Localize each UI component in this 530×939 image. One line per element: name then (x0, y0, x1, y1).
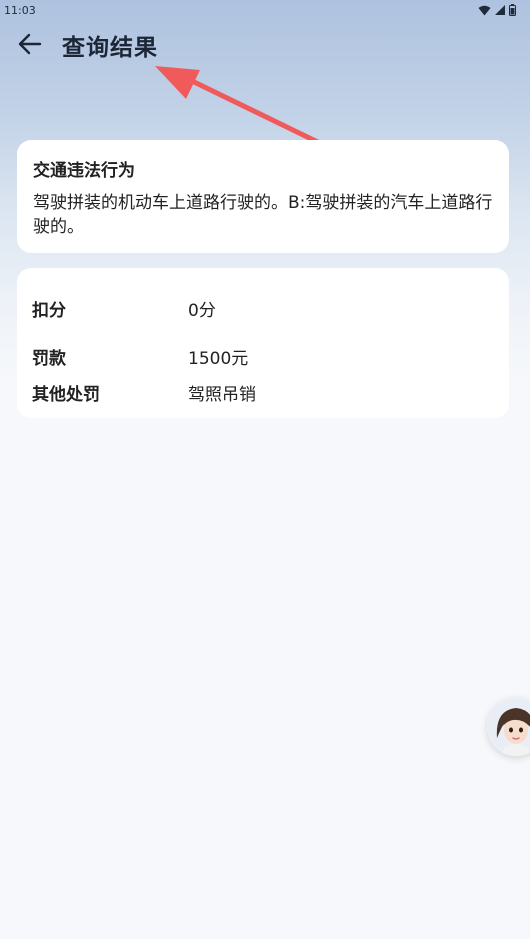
other-penalty-label: 其他处罚 (32, 385, 100, 405)
penalty-row-other: 其他处罚 驾照吊销 (32, 380, 492, 406)
page-title: 查询结果 (62, 35, 158, 61)
battery-icon (509, 4, 516, 16)
signal-icon (495, 5, 505, 15)
status-icons (478, 4, 516, 16)
fine-value: 1500元 (188, 349, 249, 369)
violation-card: 交通违法行为 驾驶拼装的机动车上道路行驶的。B:驾驶拼装的汽车上道路行驶的。 (17, 140, 509, 253)
points-value: 0分 (188, 301, 216, 321)
status-bar: 11:03 (0, 0, 530, 22)
penalty-row-points: 扣分 0分 (32, 296, 492, 322)
assistant-avatar-button[interactable] (487, 698, 530, 756)
fine-label: 罚款 (32, 349, 66, 369)
app-header: 查询结果 (0, 22, 530, 66)
penalty-card: 扣分 0分 罚款 1500元 其他处罚 驾照吊销 (17, 268, 509, 418)
back-arrow-icon[interactable] (16, 30, 44, 58)
other-penalty-value: 驾照吊销 (188, 385, 256, 405)
points-label: 扣分 (32, 301, 66, 321)
violation-description: 驾驶拼装的机动车上道路行驶的。B:驾驶拼装的汽车上道路行驶的。 (33, 193, 493, 237)
violation-title: 交通违法行为 (33, 161, 135, 181)
assistant-avatar-icon (487, 698, 530, 756)
status-time: 11:03 (4, 4, 36, 17)
penalty-row-fine: 罚款 1500元 (32, 344, 492, 370)
wifi-icon (478, 5, 491, 15)
